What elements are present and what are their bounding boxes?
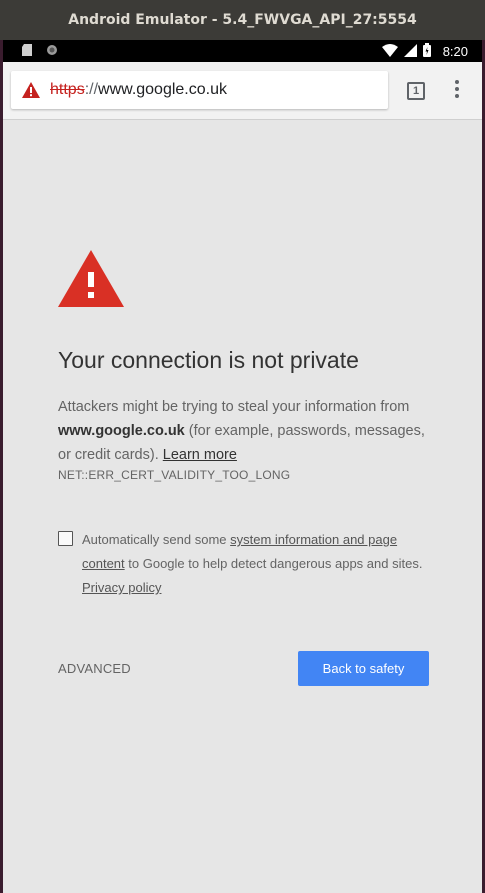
not-secure-warning-icon[interactable] xyxy=(22,82,40,98)
emulator-title-bar: Android Emulator - 5.4_FWVGA_API_27:5554 xyxy=(0,0,485,40)
back-to-safety-button[interactable]: Back to safety xyxy=(298,651,429,686)
privacy-policy-link[interactable]: Privacy policy xyxy=(82,580,161,595)
send-report-checkbox[interactable] xyxy=(58,531,73,546)
url-host: www.google.co.uk xyxy=(98,81,227,98)
warning-description: Attackers might be trying to steal your … xyxy=(58,395,436,467)
description-host: www.google.co.uk xyxy=(58,423,185,439)
page-title: Your connection is not private xyxy=(58,347,359,373)
url-separator: :// xyxy=(84,81,99,98)
battery-icon xyxy=(422,43,431,60)
error-code: NET::ERR_CERT_VALIDITY_TOO_LONG xyxy=(58,468,291,482)
status-time: 8:20 xyxy=(442,44,468,59)
learn-more-link[interactable]: Learn more xyxy=(163,447,237,463)
warning-triangle-icon xyxy=(58,250,124,313)
record-icon xyxy=(46,44,58,59)
signal-icon xyxy=(403,43,417,60)
window-title: Android Emulator - 5.4_FWVGA_API_27:5554 xyxy=(68,12,417,28)
url-scheme: https xyxy=(50,81,85,98)
browser-toolbar: https://www.google.co.uk 1 xyxy=(3,62,482,120)
status-bar: 8:20 xyxy=(3,40,482,62)
wifi-icon xyxy=(381,43,398,60)
advanced-button[interactable]: ADVANCED xyxy=(58,661,131,676)
overflow-menu-icon[interactable] xyxy=(455,80,459,101)
url-bar[interactable]: https://www.google.co.uk xyxy=(11,71,388,109)
device-screen: 8:20 https://www.google.co.uk 1 Your con… xyxy=(3,40,482,893)
sd-card-icon xyxy=(22,44,32,59)
checkbox-label-prefix: Automatically send some xyxy=(82,532,227,547)
description-prefix: Attackers might be trying to steal your … xyxy=(58,399,410,415)
tab-switcher-icon[interactable]: 1 xyxy=(407,82,425,100)
tab-count: 1 xyxy=(412,85,420,97)
checkbox-label-suffix: to Google to help detect dangerous apps … xyxy=(128,556,423,571)
send-report-label: Automatically send some system informati… xyxy=(82,528,438,600)
